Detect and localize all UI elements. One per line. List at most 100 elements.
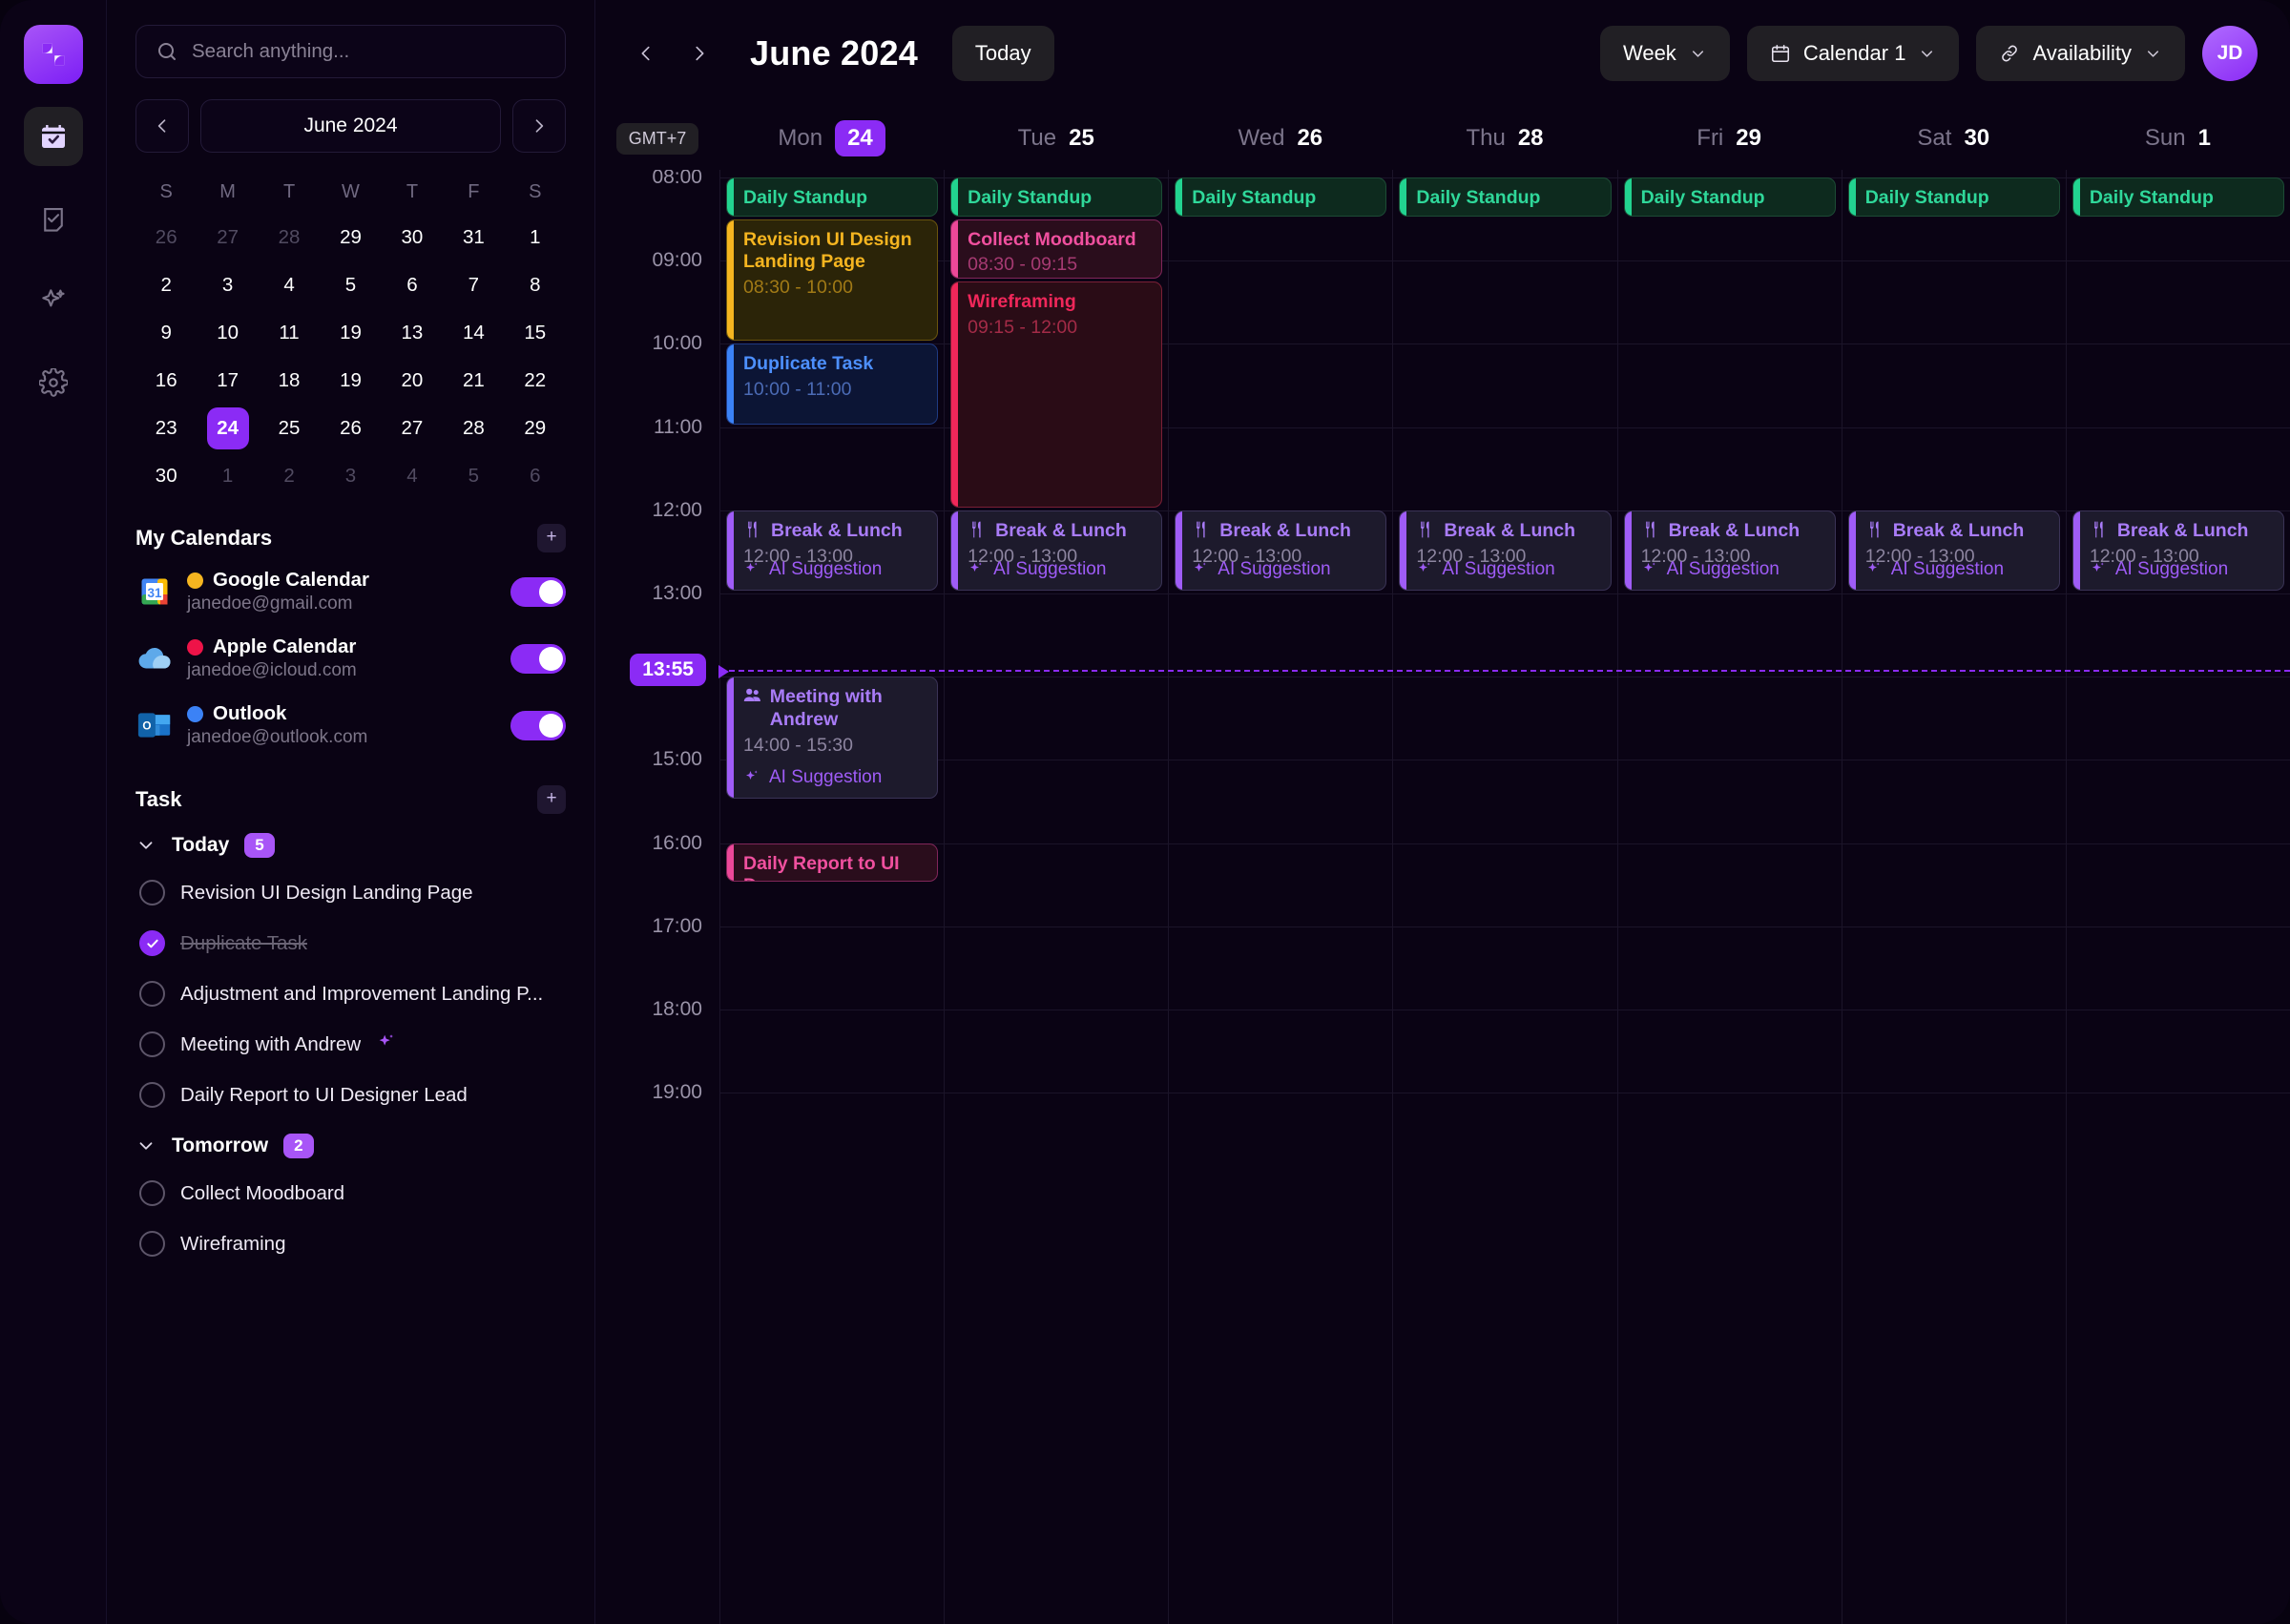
task-list-item[interactable]: Duplicate Task xyxy=(135,918,566,968)
mini-calendar-day[interactable]: 21 xyxy=(443,360,504,402)
day-columns[interactable]: Daily Standup08:00 - 08:30Revision UI De… xyxy=(719,170,2290,1624)
day-header[interactable]: Thu28 xyxy=(1392,120,1616,156)
day-header[interactable]: Mon24 xyxy=(719,120,944,156)
mini-calendar-day[interactable]: 3 xyxy=(320,455,381,497)
event-ai-suggestion[interactable]: AI Suggestion xyxy=(1865,558,2004,580)
mini-calendar-day[interactable]: 19 xyxy=(320,312,381,354)
calendar-event[interactable]: Break & Lunch12:00 - 13:00AI Suggestion xyxy=(950,510,1162,591)
add-calendar-button[interactable]: + xyxy=(537,524,566,552)
mini-calendar-day[interactable]: 9 xyxy=(135,312,197,354)
sidebar-item-ai[interactable] xyxy=(24,271,83,330)
view-select[interactable]: Week xyxy=(1600,26,1730,81)
mini-calendar-day[interactable]: 27 xyxy=(197,217,258,259)
calendar-event[interactable]: Wireframing09:15 - 12:00 xyxy=(950,281,1162,508)
today-button[interactable]: Today xyxy=(952,26,1054,81)
calendar-event[interactable]: Daily Standup08:00 - 08:30 xyxy=(726,177,938,217)
mini-calendar-day[interactable]: 14 xyxy=(443,312,504,354)
mini-calendar-prev-button[interactable] xyxy=(135,99,189,153)
sidebar-item-tasks[interactable] xyxy=(24,189,83,248)
avatar[interactable]: JD xyxy=(2202,26,2258,81)
sidebar-item-settings[interactable] xyxy=(24,353,83,412)
day-column[interactable]: Daily Standup08:00 - 08:30 Break & Lunch1… xyxy=(1842,170,2066,1624)
day-column[interactable]: Daily Standup08:00 - 08:30Break & Lunch1… xyxy=(1392,170,1616,1624)
task-list-item[interactable]: Wireframing xyxy=(135,1218,566,1269)
mini-calendar-next-button[interactable] xyxy=(512,99,566,153)
availability-select[interactable]: Availability xyxy=(1976,26,2185,81)
task-group-header[interactable]: Tomorrow2 xyxy=(135,1120,566,1168)
calendar-event[interactable]: Break & Lunch12:00 - 13:00AI Suggestion xyxy=(1848,510,2060,591)
event-ai-suggestion[interactable]: AI Suggestion xyxy=(1192,558,1330,580)
calendar-toggle[interactable] xyxy=(510,577,566,607)
mini-calendar-day[interactable]: 20 xyxy=(382,360,443,402)
calendar-select[interactable]: Calendar 1 xyxy=(1747,26,1960,81)
event-ai-suggestion[interactable]: AI Suggestion xyxy=(743,558,882,580)
day-header[interactable]: Tue25 xyxy=(944,120,1168,156)
app-logo[interactable] xyxy=(24,25,83,84)
mini-calendar-day[interactable]: 5 xyxy=(443,455,504,497)
mini-calendar-day[interactable]: 17 xyxy=(197,360,258,402)
mini-calendar-day[interactable]: 29 xyxy=(505,407,566,449)
event-ai-suggestion[interactable]: AI Suggestion xyxy=(1416,558,1554,580)
calendar-event[interactable]: Break & Lunch12:00 - 13:00AI Suggestion xyxy=(2072,510,2284,591)
calendar-grid[interactable]: 08:0009:0010:0011:0012:0013:0014:0015:00… xyxy=(595,170,2290,1624)
next-week-button[interactable] xyxy=(681,35,718,72)
day-column[interactable]: Daily Standup08:00 - 08:30Revision UI De… xyxy=(719,170,944,1624)
task-checkbox[interactable] xyxy=(139,1031,165,1057)
event-ai-suggestion[interactable]: AI Suggestion xyxy=(968,558,1106,580)
day-column[interactable]: Daily Standup08:00 - 08:30 Break & Lunch1… xyxy=(1168,170,1392,1624)
calendar-event[interactable]: Daily Standup08:00 - 08:30 xyxy=(950,177,1162,217)
task-checkbox[interactable] xyxy=(139,880,165,906)
task-list-item[interactable]: Revision UI Design Landing Page xyxy=(135,867,566,918)
task-list-item[interactable]: Daily Report to UI Designer Lead xyxy=(135,1070,566,1120)
calendar-event[interactable]: Break & Lunch12:00 - 13:00AI Suggestion xyxy=(1624,510,1836,591)
day-header[interactable]: Sat30 xyxy=(1842,120,2066,156)
calendar-event[interactable]: Daily Standup08:00 - 08:30 xyxy=(1175,177,1386,217)
task-checkbox[interactable] xyxy=(139,1180,165,1206)
mini-calendar-day[interactable]: 23 xyxy=(135,407,197,449)
mini-calendar-day[interactable]: 5 xyxy=(320,264,381,306)
mini-calendar-day[interactable]: 15 xyxy=(505,312,566,354)
day-column[interactable]: Daily Standup08:00 - 08:30Break & Lunch1… xyxy=(2066,170,2290,1624)
calendar-event[interactable]: Daily Standup08:00 - 08:30 xyxy=(1624,177,1836,217)
mini-calendar-day[interactable]: 6 xyxy=(505,455,566,497)
mini-calendar-day[interactable]: 30 xyxy=(382,217,443,259)
event-ai-suggestion[interactable]: AI Suggestion xyxy=(743,766,882,788)
search-box[interactable]: Search anything... xyxy=(135,25,566,78)
mini-calendar-day[interactable]: 27 xyxy=(382,407,443,449)
event-ai-suggestion[interactable]: AI Suggestion xyxy=(1641,558,1780,580)
task-group-header[interactable]: Today5 xyxy=(135,820,566,867)
task-checkbox[interactable] xyxy=(139,1231,165,1257)
mini-calendar-day[interactable]: 4 xyxy=(259,264,320,306)
day-column[interactable]: Daily Standup08:00 - 08:30 Break & Lunch1… xyxy=(1617,170,1842,1624)
mini-calendar-day[interactable]: 29 xyxy=(320,217,381,259)
task-list-item[interactable]: Collect Moodboard xyxy=(135,1168,566,1218)
mini-calendar-day[interactable]: 13 xyxy=(382,312,443,354)
calendar-event[interactable]: Daily Standup08:00 - 08:30 xyxy=(1848,177,2060,217)
mini-calendar-day[interactable]: 1 xyxy=(505,217,566,259)
mini-calendar-day[interactable]: 18 xyxy=(259,360,320,402)
mini-calendar-day[interactable]: 1 xyxy=(197,455,258,497)
mini-calendar-day[interactable]: 19 xyxy=(320,360,381,402)
calendar-event[interactable]: Meeting with Andrew14:00 - 15:30AI Sugge… xyxy=(726,677,938,799)
sidebar-item-calendar[interactable] xyxy=(24,107,83,166)
day-header[interactable]: Fri29 xyxy=(1617,120,1842,156)
day-header[interactable]: Wed26 xyxy=(1168,120,1392,156)
mini-calendar-day[interactable]: 4 xyxy=(382,455,443,497)
day-header[interactable]: Sun1 xyxy=(2066,120,2290,156)
task-checkbox[interactable] xyxy=(139,1082,165,1108)
mini-calendar-day[interactable]: 26 xyxy=(320,407,381,449)
task-list-item[interactable]: Adjustment and Improvement Landing P... xyxy=(135,968,566,1019)
task-checkbox[interactable] xyxy=(139,981,165,1007)
calendar-list-item[interactable]: Apple Calendarjanedoe@icloud.com xyxy=(135,625,566,692)
mini-calendar-day[interactable]: 2 xyxy=(259,455,320,497)
calendar-event[interactable]: Break & Lunch12:00 - 13:00AI Suggestion xyxy=(1399,510,1611,591)
calendar-event[interactable]: Break & Lunch12:00 - 13:00AI Suggestion xyxy=(726,510,938,591)
mini-calendar-day[interactable]: 22 xyxy=(505,360,566,402)
calendar-list-item[interactable]: 31Google Calendarjanedoe@gmail.com xyxy=(135,558,566,625)
mini-calendar-day[interactable]: 26 xyxy=(135,217,197,259)
prev-week-button[interactable] xyxy=(628,35,664,72)
mini-calendar-day[interactable]: 6 xyxy=(382,264,443,306)
calendar-toggle[interactable] xyxy=(510,644,566,674)
mini-calendar-day[interactable]: 25 xyxy=(259,407,320,449)
calendar-event[interactable]: Break & Lunch12:00 - 13:00AI Suggestion xyxy=(1175,510,1386,591)
